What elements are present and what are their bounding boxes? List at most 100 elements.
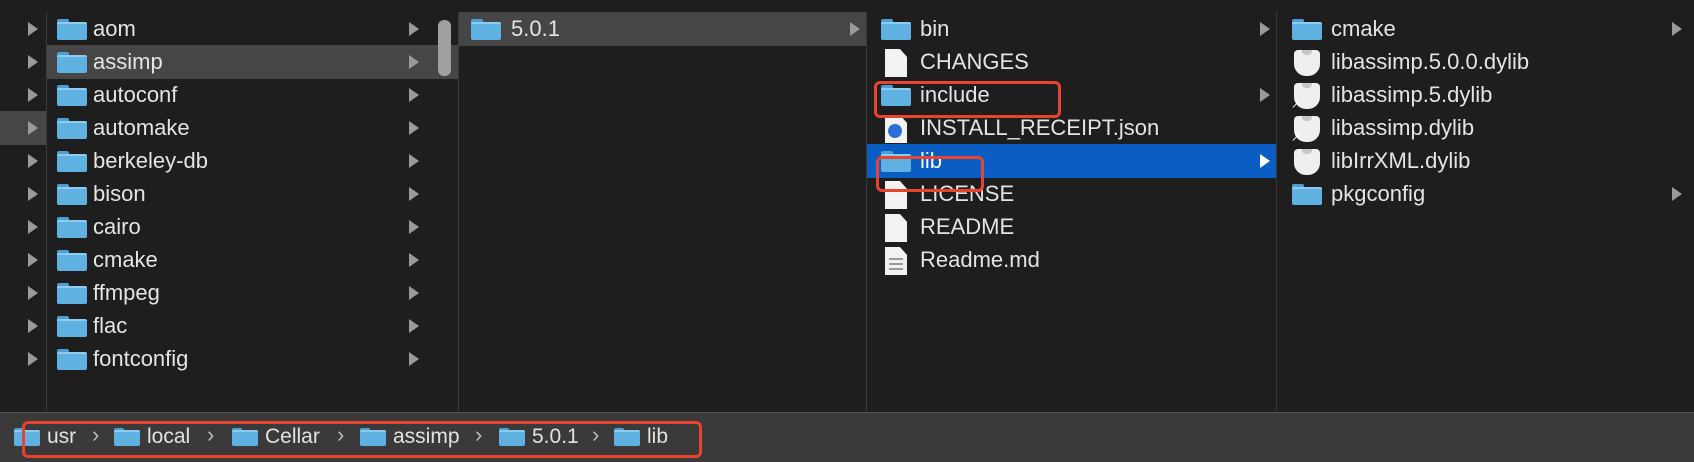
folder-icon — [57, 217, 87, 238]
list-item[interactable] — [0, 177, 46, 211]
chevron-right-icon — [409, 253, 419, 267]
folder-icon — [57, 316, 87, 337]
chevron-right-icon — [850, 22, 860, 36]
item-label: automake — [93, 115, 190, 140]
item-label: INSTALL_RECEIPT.json — [920, 115, 1160, 140]
list-item[interactable]: pkgconfig — [1277, 177, 1694, 211]
folder-icon — [57, 349, 87, 370]
chevron-right-icon — [409, 286, 419, 300]
item-label: libassimp.dylib — [1331, 115, 1475, 140]
scrollbar-thumb[interactable] — [438, 20, 451, 76]
chevron-right-icon — [28, 286, 38, 300]
item-label: libIrrXML.dylib — [1331, 148, 1471, 173]
chevron-right-icon — [1260, 88, 1270, 102]
list-item[interactable]: 5.0.1 — [459, 12, 866, 46]
list-item[interactable]: autoconf — [47, 78, 458, 112]
item-label: pkgconfig — [1331, 181, 1426, 206]
json-file-icon — [885, 115, 907, 143]
list-item[interactable]: fontconfig — [47, 342, 458, 376]
chevron-right-icon — [28, 55, 38, 69]
chevron-right-icon — [1672, 187, 1682, 201]
folder-icon — [57, 52, 87, 73]
list-item[interactable]: libIrrXML.dylib — [1277, 144, 1694, 178]
list-item[interactable]: berkeley-db — [47, 144, 458, 178]
list-item[interactable]: README — [867, 210, 1276, 244]
folder-icon — [57, 118, 87, 139]
list-item[interactable]: Readme.md — [867, 243, 1276, 277]
chevron-right-icon — [28, 319, 38, 333]
list-item[interactable]: ↗ libassimp.5.dylib — [1277, 78, 1694, 112]
item-label: berkeley-db — [93, 148, 208, 173]
list-item[interactable]: cmake — [1277, 12, 1694, 46]
column-browser: aom assimp autoconf automake berkeley-db… — [0, 0, 1694, 462]
list-item[interactable]: CHANGES — [867, 45, 1276, 79]
list-item[interactable]: ↗ libassimp.dylib — [1277, 111, 1694, 145]
chevron-right-icon — [28, 88, 38, 102]
list-item[interactable] — [0, 45, 46, 79]
list-item[interactable] — [0, 309, 46, 343]
list-item[interactable]: libassimp.5.0.0.dylib — [1277, 45, 1694, 79]
markdown-file-icon — [885, 247, 907, 275]
column-lib[interactable]: cmake libassimp.5.0.0.dylib ↗ libassimp.… — [1277, 12, 1694, 411]
item-label: fontconfig — [93, 346, 189, 371]
chevron-right-icon — [28, 220, 38, 234]
column-parent[interactable] — [0, 12, 46, 411]
item-label: libassimp.5.dylib — [1331, 82, 1493, 107]
item-label: cairo — [93, 214, 141, 239]
library-file-icon: ↗ — [1291, 116, 1320, 144]
chevron-right-icon — [28, 154, 38, 168]
list-item[interactable]: bison — [47, 177, 458, 211]
list-item[interactable]: ffmpeg — [47, 276, 458, 310]
list-item[interactable] — [0, 78, 46, 112]
column-assimp[interactable]: 5.0.1 — [459, 12, 866, 411]
list-item[interactable]: aom — [47, 12, 458, 46]
folder-icon — [57, 250, 87, 271]
document-icon — [885, 49, 907, 77]
chevron-right-icon — [1260, 22, 1270, 36]
library-file-icon — [1294, 149, 1320, 175]
item-label: libassimp.5.0.0.dylib — [1331, 49, 1530, 74]
chevron-right-icon — [28, 187, 38, 201]
list-item[interactable] — [0, 144, 46, 178]
item-label: autoconf — [93, 82, 178, 107]
item-label: CHANGES — [920, 49, 1029, 74]
item-label: bin — [920, 16, 950, 41]
item-label: 5.0.1 — [511, 16, 560, 41]
folder-icon — [881, 19, 911, 40]
list-item[interactable]: bin — [867, 12, 1276, 46]
folder-icon — [57, 85, 87, 106]
list-item[interactable] — [0, 342, 46, 376]
alias-arrow-icon: ↗ — [1291, 132, 1301, 144]
chevron-right-icon — [28, 121, 38, 135]
chevron-right-icon — [28, 352, 38, 366]
item-label: bison — [93, 181, 146, 206]
list-item[interactable] — [0, 210, 46, 244]
chevron-right-icon — [409, 22, 419, 36]
item-label: aom — [93, 16, 136, 41]
item-label: cmake — [1331, 16, 1396, 41]
alias-arrow-icon: ↗ — [1291, 99, 1301, 111]
highlight-lib — [876, 156, 984, 192]
chevron-right-icon — [409, 55, 419, 69]
chevron-right-icon — [409, 220, 419, 234]
list-item[interactable]: automake — [47, 111, 458, 145]
highlight-include — [874, 81, 1061, 118]
chevron-right-icon — [28, 22, 38, 36]
list-item[interactable] — [0, 243, 46, 277]
list-item[interactable] — [0, 12, 46, 46]
list-item[interactable]: assimp — [47, 45, 458, 79]
column-cellar[interactable]: aom assimp autoconf automake berkeley-db… — [47, 12, 458, 411]
folder-icon — [57, 19, 87, 40]
list-item[interactable]: flac — [47, 309, 458, 343]
library-file-icon — [1294, 50, 1320, 76]
folder-icon — [1292, 184, 1322, 205]
item-label: Readme.md — [920, 247, 1040, 272]
chevron-right-icon — [409, 121, 419, 135]
column-version[interactable]: bin CHANGES include INSTALL_RECEIPT.json… — [867, 12, 1276, 411]
list-item[interactable] — [0, 111, 46, 145]
list-item[interactable]: cairo — [47, 210, 458, 244]
highlight-path — [22, 421, 702, 458]
list-item[interactable] — [0, 276, 46, 310]
chevron-right-icon — [28, 253, 38, 267]
list-item[interactable]: cmake — [47, 243, 458, 277]
